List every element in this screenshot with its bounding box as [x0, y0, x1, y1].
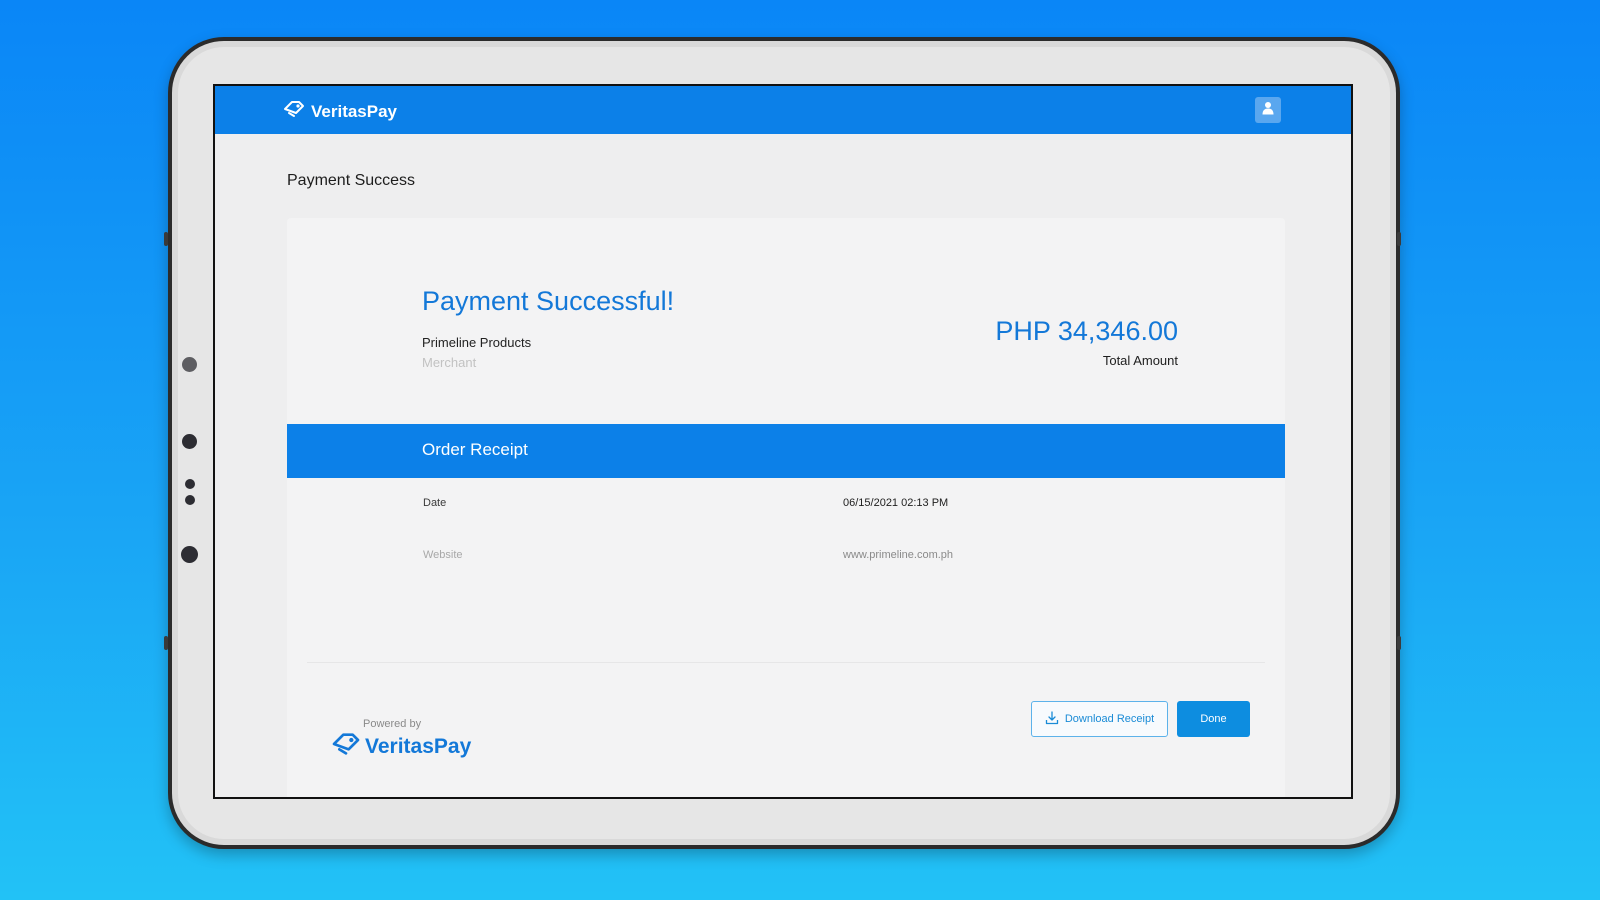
download-icon — [1045, 710, 1059, 728]
download-receipt-label: Download Receipt — [1064, 713, 1155, 725]
device-sensor — [185, 479, 195, 489]
total-amount-label: Total Amount — [1102, 353, 1178, 368]
download-receipt-button[interactable]: Download Receipt — [1031, 701, 1168, 737]
done-button[interactable]: Done — [1177, 701, 1250, 737]
brand-name: VeritasPay — [311, 101, 398, 121]
device-sensor — [185, 495, 195, 505]
veritaspay-logo-icon — [283, 100, 305, 123]
device-side-button — [1397, 232, 1401, 246]
footer-brand-name: VeritasPay — [365, 735, 472, 758]
page-title: Payment Success — [287, 172, 416, 189]
payment-card: Payment Successful! Primeline Products M… — [287, 218, 1285, 797]
order-receipt-title: Order Receipt — [422, 440, 528, 459]
device-side-button — [1397, 636, 1401, 650]
screen: VeritasPay Payment Success Payment Succe… — [213, 84, 1353, 799]
merchant-label: Merchant — [422, 355, 477, 370]
merchant-name: Primeline Products — [422, 335, 532, 350]
receipt-row-value: 06/15/2021 02:13 PM — [843, 497, 949, 509]
device-sensor — [182, 357, 197, 372]
device-side-button — [164, 232, 168, 246]
receipt-row-label: Website — [423, 549, 463, 561]
user-account-button[interactable] — [1255, 97, 1281, 123]
footer-brand: VeritasPay — [331, 732, 471, 762]
order-receipt-header: Order Receipt — [287, 424, 1285, 478]
receipt-row-label: Date — [423, 497, 447, 509]
device-camera — [182, 434, 197, 449]
veritaspay-logo-icon — [331, 732, 361, 762]
success-headline: Payment Successful! — [422, 286, 675, 316]
device-side-button — [164, 636, 168, 650]
divider — [307, 662, 1265, 663]
header-brand[interactable]: VeritasPay — [283, 100, 397, 123]
user-icon — [1262, 101, 1274, 120]
total-amount: PHP 34,346.00 — [995, 316, 1178, 346]
top-navigation-bar: VeritasPay — [215, 86, 1351, 134]
powered-by-label: Powered by — [363, 718, 422, 730]
receipt-row-value: www.primeline.com.ph — [843, 549, 954, 561]
device-camera — [181, 546, 198, 563]
